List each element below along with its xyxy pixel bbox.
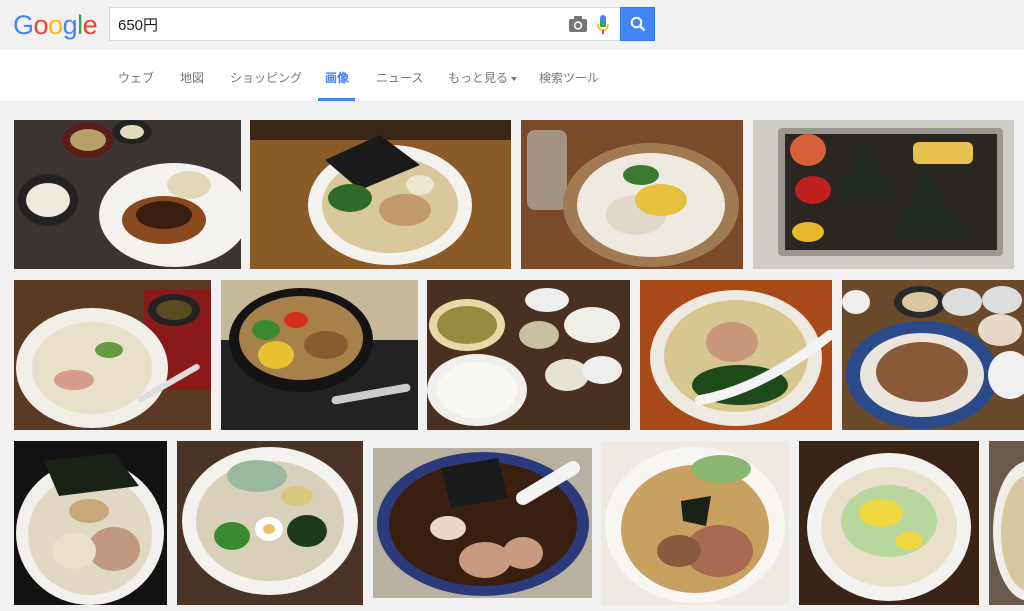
- image-result[interactable]: [14, 120, 241, 269]
- food-photo: [427, 280, 630, 430]
- tab-shopping[interactable]: ショッピング: [230, 69, 302, 86]
- google-logo[interactable]: Google: [13, 10, 98, 40]
- search-icon: [630, 16, 646, 32]
- image-result[interactable]: [250, 120, 511, 269]
- food-photo: [373, 448, 592, 598]
- top-bar: Google: [0, 0, 1024, 50]
- image-result[interactable]: [14, 280, 211, 430]
- image-result[interactable]: [989, 441, 1024, 605]
- food-photo: [250, 120, 511, 269]
- food-photo: [177, 441, 363, 605]
- food-photo: [521, 120, 743, 269]
- nav-bar: ウェブ 地図 ショッピング 画像 ニュース もっと見る 検索ツール: [0, 50, 1024, 102]
- image-result[interactable]: [427, 280, 630, 430]
- food-photo: [221, 280, 418, 430]
- image-result[interactable]: [753, 120, 1014, 269]
- search-input[interactable]: [118, 14, 558, 34]
- food-photo: [753, 120, 1014, 269]
- image-result[interactable]: [177, 441, 363, 605]
- tab-web[interactable]: ウェブ: [118, 69, 154, 86]
- image-result[interactable]: [601, 441, 789, 605]
- image-result[interactable]: [842, 280, 1024, 430]
- microphone-icon[interactable]: [596, 14, 610, 36]
- tab-maps[interactable]: 地図: [180, 69, 204, 86]
- search-button[interactable]: [620, 7, 655, 41]
- food-photo: [14, 441, 167, 605]
- image-result[interactable]: [221, 280, 418, 430]
- food-photo: [640, 280, 832, 430]
- chevron-down-icon: [511, 76, 518, 81]
- image-result[interactable]: [373, 448, 592, 598]
- image-result[interactable]: [521, 120, 743, 269]
- image-result[interactable]: [14, 441, 167, 605]
- search-box: [109, 7, 620, 41]
- tab-more-label: もっと見る: [448, 71, 509, 85]
- image-result[interactable]: [799, 441, 979, 605]
- food-photo: [14, 280, 211, 430]
- tab-images[interactable]: 画像: [325, 69, 349, 86]
- image-result[interactable]: [640, 280, 832, 430]
- food-photo: [799, 441, 979, 605]
- food-photo: [842, 280, 1024, 430]
- active-tab-indicator: [318, 98, 355, 101]
- tab-more[interactable]: もっと見る: [448, 69, 518, 86]
- food-photo: [989, 441, 1024, 605]
- food-photo: [601, 441, 789, 605]
- camera-icon[interactable]: [568, 15, 588, 33]
- tab-search-tools[interactable]: 検索ツール: [539, 69, 599, 86]
- food-photo: [14, 120, 241, 269]
- tab-news[interactable]: ニュース: [376, 69, 423, 86]
